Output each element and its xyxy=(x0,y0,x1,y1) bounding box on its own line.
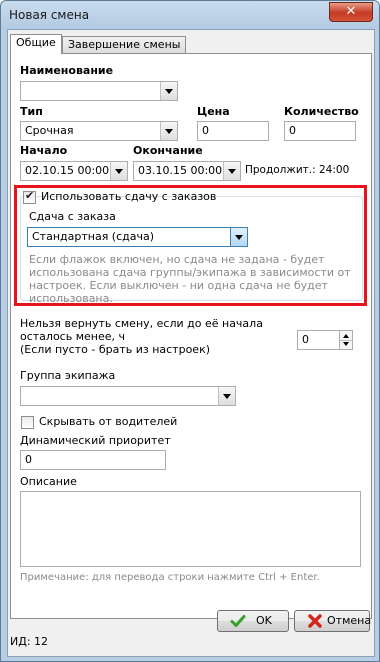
type-value: Срочная xyxy=(25,124,74,137)
type-label: Тип xyxy=(20,105,43,118)
ok-label: OK xyxy=(256,614,272,627)
cannot-return-text: Нельзя вернуть смену, если до её начала … xyxy=(20,317,263,356)
end-value: 03.10.15 00:00 xyxy=(138,164,223,177)
close-button[interactable]: ✕ xyxy=(329,2,373,22)
ok-button[interactable]: OK xyxy=(217,610,289,632)
hide-from-drivers-checkbox[interactable] xyxy=(21,416,34,429)
order-change-value: Стандартная (сдача) xyxy=(32,230,155,243)
hint-line: настроек. Если выключен - ни одна сдача … xyxy=(29,279,328,292)
chevron-down-icon[interactable] xyxy=(218,387,235,405)
end-datetime-picker[interactable]: 03.10.15 00:00 xyxy=(133,161,241,181)
spin-down-icon[interactable] xyxy=(340,340,352,349)
line-break-note: Примечание: для перевода строки нажмите … xyxy=(20,572,320,583)
duration-text: Продолжит.: 24:00 xyxy=(245,164,350,176)
description-textarea[interactable] xyxy=(20,491,361,567)
crew-group-label: Группа экипажа xyxy=(20,369,116,382)
hint-line: использована. xyxy=(29,292,113,305)
cannot-return-line: осталось менее, ч xyxy=(20,330,125,343)
dialog-client: Общие Завершение смены Наименование Тип … xyxy=(7,29,375,657)
title-bar[interactable]: Новая смена ✕ xyxy=(1,1,379,29)
cannot-return-line: (Если пусто - брать из настроек) xyxy=(20,343,211,356)
order-change-hint: Если флажок включен, но сдача не задана … xyxy=(29,253,351,305)
hide-from-drivers-label[interactable]: Скрывать от водителей xyxy=(39,415,177,428)
chevron-down-icon[interactable] xyxy=(223,162,240,180)
use-order-change-checkbox[interactable] xyxy=(23,189,36,204)
tab-shift-completion[interactable]: Завершение смены xyxy=(62,36,187,53)
price-input[interactable]: 0 xyxy=(197,121,269,141)
end-label: Окончание xyxy=(133,144,203,157)
chevron-down-icon[interactable] xyxy=(110,162,127,180)
hint-line: Если флажок включен, но сдача не задана … xyxy=(29,253,325,266)
hours-spinner[interactable] xyxy=(339,330,353,350)
window-title: Новая смена xyxy=(9,8,90,22)
start-datetime-picker[interactable]: 02.10.15 00:00 xyxy=(20,161,128,181)
cancel-x-icon xyxy=(308,614,322,628)
chevron-down-icon[interactable] xyxy=(160,82,177,100)
start-label: Начало xyxy=(20,144,68,157)
crew-group-select[interactable] xyxy=(20,386,236,406)
dialog-window: Новая смена ✕ Общие Завершение смены Наи… xyxy=(0,0,380,662)
tab-general[interactable]: Общие xyxy=(10,34,62,54)
tab-panel-general: Наименование Тип Срочная Цена 0 Количест… xyxy=(10,53,372,619)
quantity-input[interactable]: 0 xyxy=(284,121,356,141)
quantity-label: Количество xyxy=(284,105,359,118)
price-label: Цена xyxy=(197,105,230,118)
type-select[interactable]: Срочная xyxy=(20,121,178,141)
name-select[interactable] xyxy=(20,81,178,101)
use-order-change-label[interactable]: Использовать сдачу с заказов xyxy=(41,190,216,203)
chevron-down-icon[interactable] xyxy=(160,122,177,140)
record-id: ИД: 12 xyxy=(10,635,49,648)
chevron-down-icon[interactable] xyxy=(230,228,247,246)
cannot-return-line: Нельзя вернуть смену, если до её начала xyxy=(20,317,263,330)
order-change-select[interactable]: Стандартная (сдача) xyxy=(27,227,248,247)
cannot-return-hours-input[interactable]: 0 xyxy=(297,330,340,350)
hint-line: использована сдача группы/экипажа в зави… xyxy=(29,266,351,279)
dynamic-priority-input[interactable]: 0 xyxy=(20,450,166,470)
start-value: 02.10.15 00:00 xyxy=(25,164,110,177)
cancel-label: Отмена xyxy=(327,614,372,627)
order-change-label: Сдача с заказа xyxy=(29,210,116,223)
description-label: Описание xyxy=(20,475,77,488)
cancel-button[interactable]: Отмена xyxy=(294,610,372,632)
checkmark-icon xyxy=(230,615,246,627)
dynamic-priority-label: Динамический приоритет xyxy=(20,434,171,447)
name-label: Наименование xyxy=(20,64,114,77)
